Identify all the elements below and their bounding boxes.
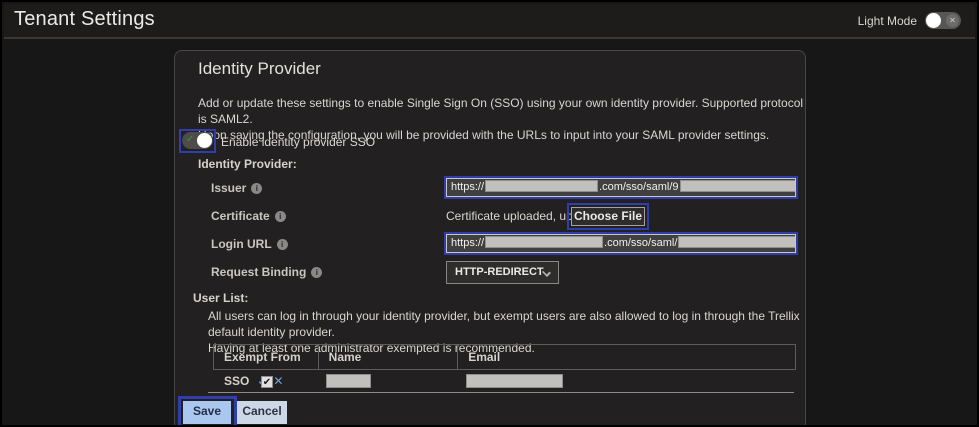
toggle-knob-icon <box>926 13 941 28</box>
issuer-label: Issuer i <box>211 181 262 195</box>
login-url-value-prefix: https:// <box>451 237 484 249</box>
info-icon[interactable]: i <box>277 239 288 250</box>
toggle-knob-icon <box>197 133 212 148</box>
info-icon[interactable]: i <box>311 267 322 278</box>
identity-provider-panel: Identity Provider Add or update these se… <box>174 50 806 427</box>
login-url-value-middle: .com/sso/saml/ <box>604 237 677 249</box>
panel-title: Identity Provider <box>198 59 321 79</box>
column-header-email: Email <box>458 345 795 369</box>
page-title: Tenant Settings <box>14 8 155 31</box>
save-button[interactable]: Save <box>183 401 231 424</box>
name-cell <box>318 370 458 393</box>
issuer-input[interactable]: https:// .com/sso/saml/9 <box>446 178 796 197</box>
panel-description-line1: Add or update these settings to enable S… <box>198 95 805 127</box>
table-row: ✔ <box>213 370 796 393</box>
light-mode-toggle[interactable]: ✕ <box>925 12 961 29</box>
footer-divider <box>208 392 794 393</box>
issuer-value-middle: .com/sso/saml/9 <box>599 181 678 193</box>
redacted-value <box>485 180 598 192</box>
light-mode-control: Light Mode ✕ <box>858 12 961 29</box>
tenant-settings-screen: Tenant Settings Light Mode ✕ Identity Pr… <box>0 0 979 427</box>
choose-file-button[interactable]: Choose File <box>571 207 645 226</box>
redacted-value <box>678 236 796 248</box>
request-binding-label-text: Request Binding <box>211 265 306 279</box>
top-bar: Tenant Settings Light Mode ✕ <box>4 4 975 39</box>
login-url-input[interactable]: https:// .com/sso/saml/ <box>446 234 796 253</box>
info-icon[interactable]: i <box>251 183 262 194</box>
issuer-label-text: Issuer <box>211 181 246 195</box>
column-header-name: Name <box>319 345 459 369</box>
request-binding-value: HTTP-REDIRECT <box>455 266 544 278</box>
close-icon: ✕ <box>946 14 959 27</box>
enable-sso-toggle[interactable]: ✓ <box>182 132 213 149</box>
info-icon[interactable]: i <box>275 211 286 222</box>
exempt-cell: ✔ <box>213 370 318 393</box>
user-list-description-line1: All users can log in through your identi… <box>208 308 805 340</box>
user-list-label: User List: <box>193 291 248 305</box>
check-icon: ✓ <box>186 134 194 145</box>
table-header-row: Exempt From SSO✓✕ Name Email <box>213 344 796 370</box>
exempt-checkbox[interactable]: ✔ <box>261 376 273 388</box>
login-url-label: Login URL i <box>211 237 288 251</box>
identity-provider-section-label: Identity Provider: <box>198 157 297 171</box>
redacted-name <box>326 374 371 388</box>
issuer-value-prefix: https:// <box>451 181 484 193</box>
redacted-value <box>680 180 797 192</box>
email-cell <box>458 370 796 393</box>
redacted-email <box>466 374 563 388</box>
column-header-exempt: Exempt From SSO✓✕ <box>214 345 319 369</box>
certificate-label-text: Certificate <box>211 209 270 223</box>
light-mode-label: Light Mode <box>858 14 917 28</box>
exempt-users-table: Exempt From SSO✓✕ Name Email ✔ <box>213 344 796 393</box>
login-url-label-text: Login URL <box>211 237 272 251</box>
request-binding-select[interactable]: HTTP-REDIRECT <box>446 261 559 284</box>
redacted-value <box>485 236 603 248</box>
certificate-label: Certificate i <box>211 209 286 223</box>
enable-sso-label: Enable identity provider SSO <box>221 135 375 149</box>
request-binding-label: Request Binding i <box>211 265 322 279</box>
cancel-button[interactable]: Cancel <box>237 401 287 424</box>
